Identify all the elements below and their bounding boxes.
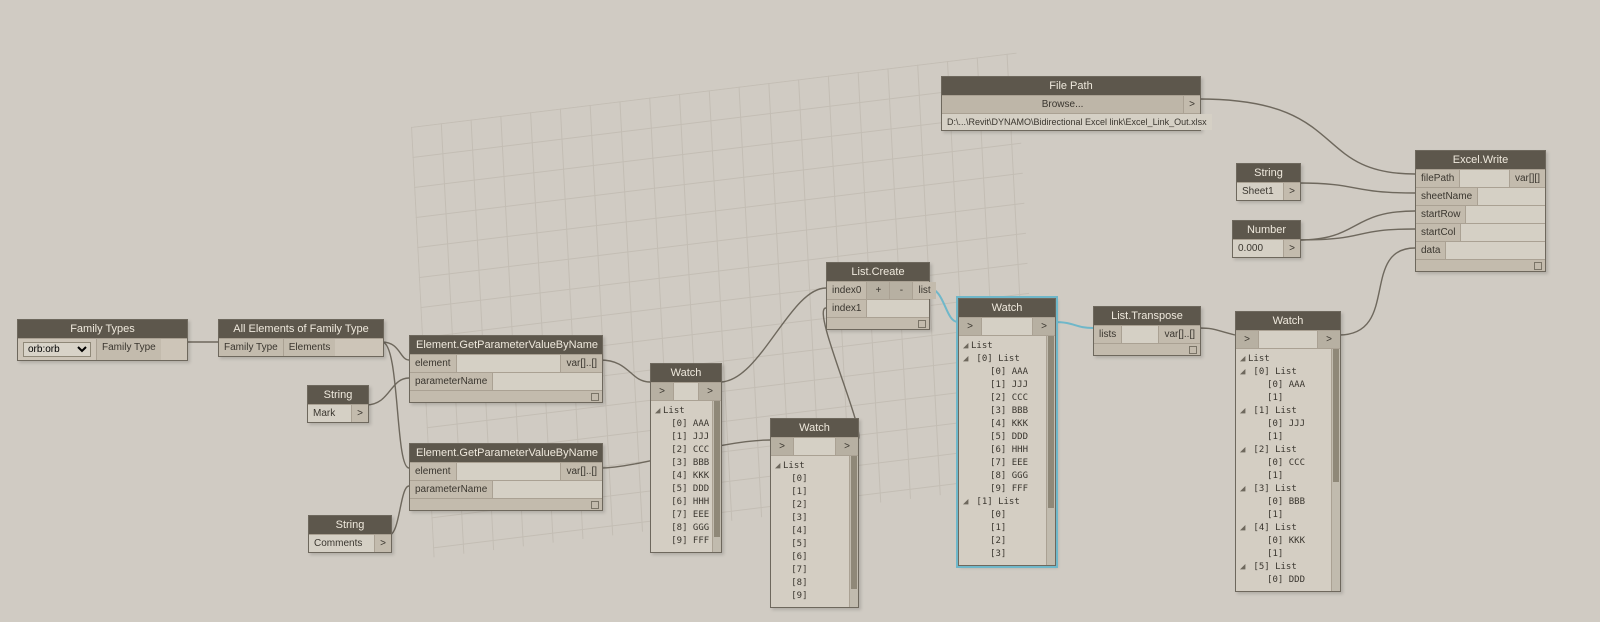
out-port[interactable]: var[]..[] (561, 463, 602, 480)
node-footer (410, 498, 602, 510)
node-excel-write[interactable]: Excel.Write filePathvar[][] sheetName st… (1415, 150, 1546, 272)
out-port[interactable]: > (1284, 240, 1300, 257)
node-title: Number (1233, 221, 1300, 239)
in-parametername[interactable]: parameterName (410, 481, 493, 498)
dynamo-canvas[interactable]: Family Types orb:orb Family Type All Ele… (0, 0, 1600, 622)
out-port[interactable]: var[]..[] (561, 355, 602, 372)
node-number[interactable]: Number 0.000> (1232, 220, 1301, 258)
node-title: Watch (771, 419, 858, 437)
string-input[interactable]: Comments (309, 535, 375, 552)
remove-port-button[interactable]: - (890, 282, 913, 299)
node-title: File Path (942, 77, 1200, 95)
node-file-path[interactable]: File Path Browse... > D:\...\Revit\DYNAM… (941, 76, 1201, 131)
in-lists[interactable]: lists (1094, 326, 1122, 343)
node-watch-3[interactable]: Watch > > ◢List◢ [0] List [0] AAA [1] JJJ… (958, 298, 1056, 566)
node-title: Element.GetParameterValueByName (410, 336, 602, 354)
node-family-types[interactable]: Family Types orb:orb Family Type (17, 319, 188, 361)
node-title: String (308, 386, 368, 404)
out-port[interactable]: > (1284, 183, 1300, 200)
node-title: Excel.Write (1416, 151, 1545, 169)
node-watch-1[interactable]: Watch > > ◢List [0] AAA [1] JJJ [2] CCC [… (650, 363, 722, 553)
out-port[interactable]: Family Type (97, 339, 161, 360)
out-port[interactable]: > (699, 383, 721, 400)
watch-body: ◢List [0] AAA [1] JJJ [2] CCC [3] BBB [4… (651, 400, 721, 552)
in-port[interactable]: > (771, 438, 794, 455)
watch-body: ◢List◢ [0] List [0] AAA [1]◢ [1] List [0… (1236, 348, 1340, 591)
node-get-param-1[interactable]: Element.GetParameterValueByName element … (409, 335, 603, 403)
in-sheetname[interactable]: sheetName (1416, 188, 1478, 205)
in-port[interactable]: > (1236, 331, 1259, 348)
node-footer (1416, 259, 1545, 271)
out-port[interactable]: list (913, 282, 935, 299)
node-watch-2[interactable]: Watch > > ◢List [0] [1] [2] [3] [4] [5] [… (770, 418, 859, 608)
string-input[interactable]: Mark (308, 405, 352, 422)
family-type-dropdown[interactable]: orb:orb (18, 339, 97, 360)
node-all-elements[interactable]: All Elements of Family Type Family Type … (218, 319, 384, 357)
node-title: Watch (651, 364, 721, 382)
node-title: All Elements of Family Type (219, 320, 383, 338)
node-title: Watch (1236, 312, 1340, 330)
node-title: Element.GetParameterValueByName (410, 444, 602, 462)
node-title: List.Transpose (1094, 307, 1200, 325)
node-footer (410, 390, 602, 402)
in-data[interactable]: data (1416, 242, 1446, 259)
node-string-mark[interactable]: String Mark > (307, 385, 369, 423)
in-port[interactable]: Family Type (219, 339, 284, 356)
node-title: List.Create (827, 263, 929, 281)
in-startrow[interactable]: startRow (1416, 206, 1466, 223)
node-title: Watch (959, 299, 1055, 317)
in-element[interactable]: element (410, 463, 457, 480)
node-list-create[interactable]: List.Create index0 + - list index1 (826, 262, 930, 330)
out-port[interactable]: > (1318, 331, 1340, 348)
in-startcol[interactable]: startCol (1416, 224, 1461, 241)
node-title: String (1237, 164, 1300, 182)
out-port[interactable]: > (375, 535, 391, 552)
in-index0[interactable]: index0 (827, 282, 867, 299)
file-path-display: D:\...\Revit\DYNAMO\Bidirectional Excel … (942, 114, 1212, 130)
node-string-comments[interactable]: String Comments > (308, 515, 392, 553)
in-index1[interactable]: index1 (827, 300, 867, 317)
node-footer (827, 317, 929, 329)
in-element[interactable]: element (410, 355, 457, 372)
out-port[interactable]: Elements (284, 339, 336, 356)
node-footer (1094, 343, 1200, 355)
node-string-sheet[interactable]: String Sheet1> (1236, 163, 1301, 201)
number-input[interactable]: 0.000 (1233, 240, 1284, 257)
node-title: Family Types (18, 320, 187, 338)
watch-body: ◢List◢ [0] List [0] AAA [1] JJJ [2] CCC … (959, 335, 1055, 565)
out-port[interactable]: var[][] (1510, 170, 1545, 187)
browse-button[interactable]: Browse... (942, 96, 1184, 113)
in-parametername[interactable]: parameterName (410, 373, 493, 390)
out-port[interactable]: > (836, 438, 858, 455)
out-port[interactable]: > (1184, 96, 1200, 113)
out-port[interactable]: > (352, 405, 368, 422)
node-title: String (309, 516, 391, 534)
watch-body: ◢List [0] [1] [2] [3] [4] [5] [6] [7] [8… (771, 455, 858, 607)
node-get-param-2[interactable]: Element.GetParameterValueByName element … (409, 443, 603, 511)
out-port[interactable]: > (1033, 318, 1055, 335)
in-port[interactable]: > (959, 318, 982, 335)
node-watch-4[interactable]: Watch > > ◢List◢ [0] List [0] AAA [1]◢ [1… (1235, 311, 1341, 592)
in-port[interactable]: > (651, 383, 674, 400)
out-port[interactable]: var[]..[] (1159, 326, 1200, 343)
node-list-transpose[interactable]: List.Transpose lists var[]..[] (1093, 306, 1201, 356)
add-port-button[interactable]: + (867, 282, 890, 299)
string-input[interactable]: Sheet1 (1237, 183, 1284, 200)
